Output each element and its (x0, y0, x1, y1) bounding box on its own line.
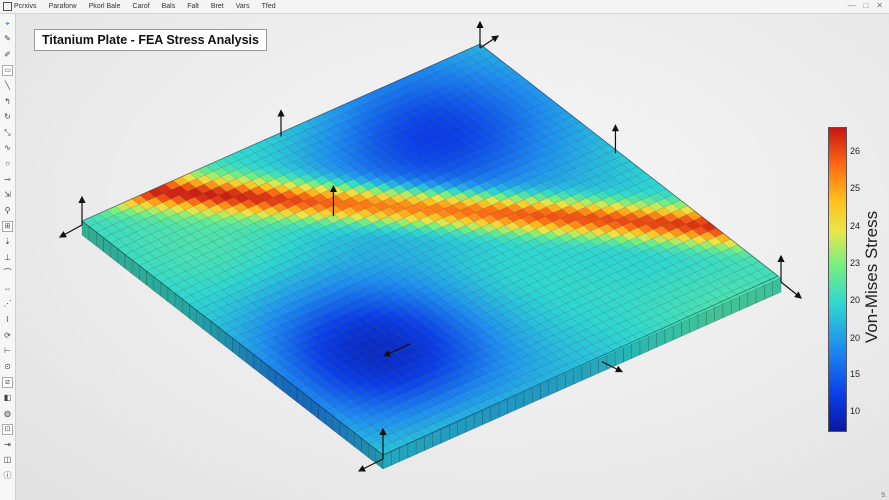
status-corner: 9. (881, 492, 887, 499)
legend-tick-label: 20 (850, 333, 861, 343)
probe-icon[interactable]: ⊙ (2, 361, 13, 372)
menu-item[interactable]: Tfed (262, 3, 276, 10)
brush-icon[interactable]: ✐ (2, 49, 13, 60)
spring-icon[interactable]: ⌇ (2, 314, 13, 325)
legend-title: Von-Mises Stress (862, 210, 881, 344)
curve-icon[interactable]: ∿ (2, 143, 13, 154)
support-arrow (780, 281, 802, 299)
app-menu-icon[interactable] (0, 0, 14, 13)
pencil-icon[interactable]: ✎ (2, 34, 13, 45)
maximize-button[interactable]: □ (863, 1, 868, 10)
3d-viewport[interactable]: Titanium Plate - FEA Stress Analysis (16, 14, 889, 500)
node-icon[interactable]: ○ (2, 158, 13, 169)
frame-icon[interactable]: ▭ (2, 64, 13, 76)
menu-item[interactable]: Carof (132, 3, 149, 10)
menu-item[interactable]: Pcrxivs (14, 3, 37, 10)
select-icon[interactable]: ⌖ (2, 18, 13, 29)
menu-item[interactable]: Bals (162, 3, 176, 10)
section-icon[interactable]: ⧄ (2, 376, 13, 388)
rotate-icon[interactable]: ↻ (2, 112, 13, 123)
legend-tick-label: 15 (850, 369, 861, 379)
support-arrow (479, 35, 499, 49)
support-arrow (58, 224, 83, 238)
support-icon[interactable]: ⊥ (2, 252, 13, 263)
minimize-button[interactable]: — (847, 1, 855, 10)
info-icon[interactable]: ⓘ (2, 470, 13, 481)
legend-tick-label: 25 (850, 183, 861, 193)
pin-icon[interactable]: ⚲ (2, 205, 13, 216)
legend-tick-label: 24 (850, 221, 861, 231)
menu-bar: Pcrxivs Paraforw Pkorl Bale Carof Bals Falt Br… (0, 0, 889, 14)
plate-mesh (81, 43, 782, 470)
stretch-icon[interactable]: ⇔ (2, 283, 13, 294)
export-icon[interactable]: ⇥ (2, 439, 13, 450)
constraint-icon[interactable]: ⊸ (2, 174, 13, 185)
force-icon[interactable]: ⇲ (2, 190, 13, 201)
line-icon[interactable]: ╲ (2, 80, 13, 91)
window-controls: — □ ✕ (847, 1, 883, 10)
load-icon[interactable]: ⇣ (2, 236, 13, 247)
camera-icon[interactable]: ◫ (2, 455, 13, 466)
clip-icon[interactable]: ⊡ (2, 423, 13, 435)
left-toolbar: ⌖ ✎ ✐ ▭ ╲ ↰ ↻ ⤡ ∿ ○ ⊸ ⇲ ⚲ ⊞ ⇣ ⊥ ⌒ ⇔ ⋰ ⌇ ⟳ ⊢ ⊙ ⧄ ◧ ◍ ⊡ ⇥ ◫ ⓘ (0, 14, 16, 500)
legend-tick-label: 10 (850, 406, 861, 416)
model-title: Titanium Plate - FEA Stress Analysis (34, 29, 267, 51)
shear-icon[interactable]: ⋰ (2, 299, 13, 310)
menu-item[interactable]: Pkorl Bale (89, 3, 121, 10)
close-button[interactable]: ✕ (876, 1, 883, 10)
bend-icon[interactable]: ↰ (2, 96, 13, 107)
mesh-icon[interactable]: ⊞ (2, 220, 13, 232)
measure-icon[interactable]: ⊢ (2, 346, 13, 357)
menu-item[interactable]: Falt (187, 3, 199, 10)
fea-model-view[interactable] (16, 14, 889, 500)
menu-item[interactable]: Bret (211, 3, 224, 10)
stress-color-legend (828, 127, 847, 432)
pan-icon[interactable]: ⤡ (2, 127, 13, 138)
plate-top-surface (81, 43, 782, 456)
arc-icon[interactable]: ⌒ (2, 268, 13, 279)
legend-tick-label: 26 (850, 146, 861, 156)
contour-icon[interactable]: ◍ (2, 408, 13, 419)
menu-item[interactable]: Vars (236, 3, 250, 10)
menu-items: Pcrxivs Paraforw Pkorl Bale Carof Bals Falt Br… (14, 3, 288, 10)
menu-item[interactable]: Paraforw (49, 3, 77, 10)
refresh-icon[interactable]: ⟳ (2, 330, 13, 341)
legend-tick-label: 23 (850, 258, 861, 268)
result-icon[interactable]: ◧ (2, 392, 13, 403)
legend-tick-label: 20 (850, 295, 861, 305)
